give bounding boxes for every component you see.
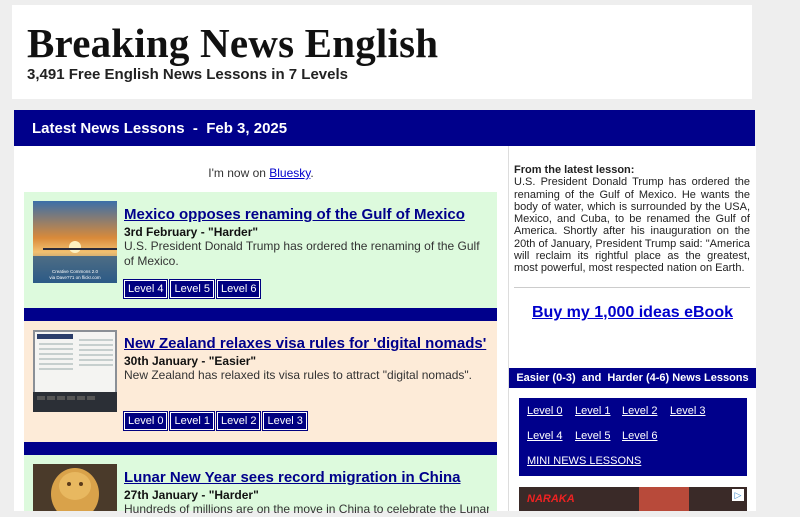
lesson-date: 27th January - "Harder" bbox=[124, 488, 259, 502]
advertisement[interactable]: NARAKA ▷ bbox=[519, 487, 747, 511]
ad-choices-icon[interactable]: ▷ bbox=[732, 489, 744, 501]
site-subtitle: 3,491 Free English News Lessons in 7 Lev… bbox=[27, 66, 348, 83]
levels-heading: Easier (0-3) and Harder (4-6) News Lesso… bbox=[509, 368, 756, 388]
level-5-button[interactable]: Level 5 bbox=[169, 279, 215, 299]
svg-text:Creative Commons 2.0: Creative Commons 2.0 bbox=[52, 269, 99, 274]
lesson-date: 3rd February - "Harder" bbox=[124, 225, 259, 239]
bluesky-notice: I'm now on Bluesky. bbox=[14, 166, 508, 180]
sunset-pier-image: Creative Commons 2.0 via Dave?71 on flic… bbox=[33, 201, 117, 283]
excerpt-text: U.S. President Donald Trump has ordered … bbox=[514, 176, 750, 275]
excerpt-label: From the latest lesson bbox=[514, 164, 631, 176]
lesson-info: Lunar New Year sees record migration in … bbox=[124, 469, 489, 517]
lesson-date: 30th January - "Easier" bbox=[124, 354, 257, 368]
nav-level-5[interactable]: Level 5 bbox=[575, 430, 610, 442]
level-6-button[interactable]: Level 6 bbox=[215, 279, 262, 299]
site-title[interactable]: Breaking News English bbox=[27, 19, 438, 67]
latest-lessons-banner: Latest News Lessons - Feb 3, 2025 bbox=[14, 110, 755, 146]
lesson-summary: Hundreds of millions are on the move in … bbox=[124, 502, 489, 516]
lesson-headline[interactable]: Mexico opposes renaming of the Gulf of M… bbox=[124, 206, 489, 224]
nav-level-1[interactable]: Level 1 bbox=[575, 405, 610, 417]
site-header: Breaking News English 3,491 Free English… bbox=[12, 5, 752, 99]
lesson-levels: Level 4 Level 5 Level 6 bbox=[122, 279, 263, 299]
lesson-summary: U.S. President Donald Trump has ordered … bbox=[124, 239, 480, 268]
nav-level-3[interactable]: Level 3 bbox=[670, 405, 705, 417]
level-2-button[interactable]: Level 2 bbox=[215, 411, 262, 431]
level-4-button[interactable]: Level 4 bbox=[122, 279, 169, 299]
lesson-card: New Zealand relaxes visa rules for 'digi… bbox=[24, 321, 497, 442]
bluesky-prefix: I'm now on bbox=[208, 166, 270, 180]
lesson-thumbnail[interactable]: Creative Commons 2.0 via Dave?71 on flic… bbox=[33, 201, 117, 283]
banner-title: Latest News Lessons - Feb 3, 2025 bbox=[32, 120, 288, 137]
lessons-column: I'm now on Bluesky. Creative Commons 2.0… bbox=[14, 146, 508, 516]
nav-level-6[interactable]: Level 6 bbox=[622, 430, 657, 442]
level-1-button[interactable]: Level 1 bbox=[169, 411, 215, 431]
ad-brand-logo: NARAKA bbox=[527, 493, 575, 505]
bluesky-link[interactable]: Bluesky bbox=[269, 166, 310, 180]
main-content: I'm now on Bluesky. Creative Commons 2.0… bbox=[14, 146, 756, 516]
lesson-headline[interactable]: Lunar New Year sees record migration in … bbox=[124, 469, 489, 487]
lesson-thumbnail[interactable] bbox=[33, 464, 117, 511]
lesson-divider bbox=[24, 442, 497, 455]
nav-level-0[interactable]: Level 0 bbox=[527, 405, 562, 417]
lesson-summary: New Zealand has relaxed its visa rules t… bbox=[124, 368, 473, 382]
lesson-info: New Zealand relaxes visa rules for 'digi… bbox=[124, 335, 489, 383]
sidebar: From the latest lesson: U.S. President D… bbox=[508, 146, 756, 511]
mini-news-lessons-link[interactable]: MINI NEWS LESSONS bbox=[527, 455, 641, 467]
lesson-thumbnail[interactable] bbox=[33, 330, 117, 412]
bluesky-suffix: . bbox=[310, 166, 314, 180]
svg-text:via Dave?71 on flickr.com: via Dave?71 on flickr.com bbox=[49, 275, 101, 280]
lesson-card: Lunar New Year sees record migration in … bbox=[24, 455, 497, 516]
nav-level-4[interactable]: Level 4 bbox=[527, 430, 562, 442]
latest-lesson-excerpt: From the latest lesson: U.S. President D… bbox=[514, 164, 750, 275]
lesson-divider bbox=[24, 308, 497, 321]
laptop-workbook-image bbox=[33, 330, 117, 412]
level-0-button[interactable]: Level 0 bbox=[122, 411, 169, 431]
ad-image bbox=[639, 487, 689, 511]
lesson-card: Creative Commons 2.0 via Dave?71 on flic… bbox=[24, 192, 497, 308]
levels-nav: Level 0 Level 1 Level 2 Level 3 Level 4 … bbox=[519, 398, 747, 476]
excerpt-colon: : bbox=[630, 164, 635, 176]
lesson-info: Mexico opposes renaming of the Gulf of M… bbox=[124, 206, 489, 269]
ebook-link[interactable]: Buy my 1,000 ideas eBook bbox=[509, 304, 756, 322]
nav-level-2[interactable]: Level 2 bbox=[622, 405, 657, 417]
sidebar-divider bbox=[514, 287, 750, 288]
golden-figure-image bbox=[33, 464, 117, 511]
level-3-button[interactable]: Level 3 bbox=[262, 411, 308, 431]
lesson-headline[interactable]: New Zealand relaxes visa rules for 'digi… bbox=[124, 335, 489, 353]
lesson-levels: Level 0 Level 1 Level 2 Level 3 bbox=[122, 411, 310, 431]
